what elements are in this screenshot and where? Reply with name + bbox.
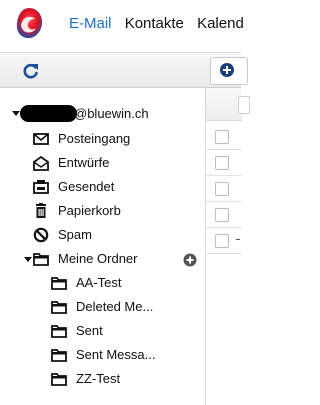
list-item[interactable] bbox=[206, 150, 242, 176]
message-list-header bbox=[206, 88, 250, 121]
select-all-checkbox[interactable] bbox=[238, 96, 250, 114]
folder-icon bbox=[51, 301, 67, 314]
folder-label: Sent Messa... bbox=[76, 347, 156, 362]
folder-icon bbox=[51, 373, 67, 386]
add-button[interactable] bbox=[210, 57, 248, 85]
folder-label: AA-Test bbox=[76, 275, 122, 290]
outbox-icon bbox=[33, 180, 49, 194]
folder-label: Sent bbox=[76, 323, 103, 338]
folder-icon bbox=[51, 325, 67, 338]
plus-circle-icon bbox=[220, 63, 234, 77]
toolbar bbox=[0, 52, 248, 88]
list-item[interactable] bbox=[206, 124, 242, 150]
list-item[interactable] bbox=[206, 176, 242, 202]
nav-calendar[interactable]: Kalend bbox=[197, 15, 244, 32]
envelope-open-icon bbox=[33, 155, 49, 171]
nav-contacts[interactable]: Kontakte bbox=[125, 15, 184, 32]
folder-label: Meine Ordner bbox=[58, 251, 138, 266]
folder-icon bbox=[51, 349, 67, 362]
folder-label: Deleted Me... bbox=[76, 299, 154, 314]
folder-sidebar: @bluewin.ch Posteingang Entwürfe Gesende… bbox=[0, 88, 205, 405]
ban-icon bbox=[33, 227, 49, 243]
folder-label: Posteingang bbox=[58, 131, 131, 146]
list-item[interactable] bbox=[206, 202, 242, 228]
chevron-down-icon[interactable] bbox=[12, 111, 20, 116]
nav-email[interactable]: E-Mail bbox=[69, 15, 112, 32]
truncated-text bbox=[236, 239, 240, 240]
row-checkbox[interactable] bbox=[215, 208, 229, 222]
swisscom-logo-icon[interactable] bbox=[14, 6, 44, 40]
redacted-username bbox=[20, 105, 77, 122]
row-checkbox[interactable] bbox=[215, 182, 229, 196]
chevron-down-icon[interactable] bbox=[24, 257, 32, 262]
list-item[interactable] bbox=[206, 228, 242, 254]
row-checkbox[interactable] bbox=[215, 234, 229, 248]
refresh-button[interactable] bbox=[22, 62, 40, 80]
trash-icon bbox=[36, 203, 46, 218]
row-checkbox[interactable] bbox=[215, 156, 229, 170]
folder-icon bbox=[33, 253, 49, 266]
top-bar: E-Mail Kontakte Kalend bbox=[0, 0, 244, 44]
main-nav: E-Mail Kontakte Kalend bbox=[69, 15, 253, 32]
message-list bbox=[205, 88, 250, 405]
refresh-icon bbox=[23, 63, 38, 79]
row-checkbox[interactable] bbox=[215, 130, 229, 144]
folder-label: ZZ-Test bbox=[76, 371, 121, 386]
folder-label: Gesendet bbox=[58, 179, 115, 194]
account-email: @bluewin.ch bbox=[74, 106, 149, 121]
folder-icon bbox=[51, 277, 67, 290]
folder-label: Spam bbox=[58, 227, 92, 242]
folder-label: Papierkorb bbox=[58, 203, 121, 218]
add-folder-icon[interactable] bbox=[183, 253, 197, 267]
envelope-icon bbox=[33, 133, 49, 145]
folder-label: Entwürfe bbox=[58, 155, 110, 170]
